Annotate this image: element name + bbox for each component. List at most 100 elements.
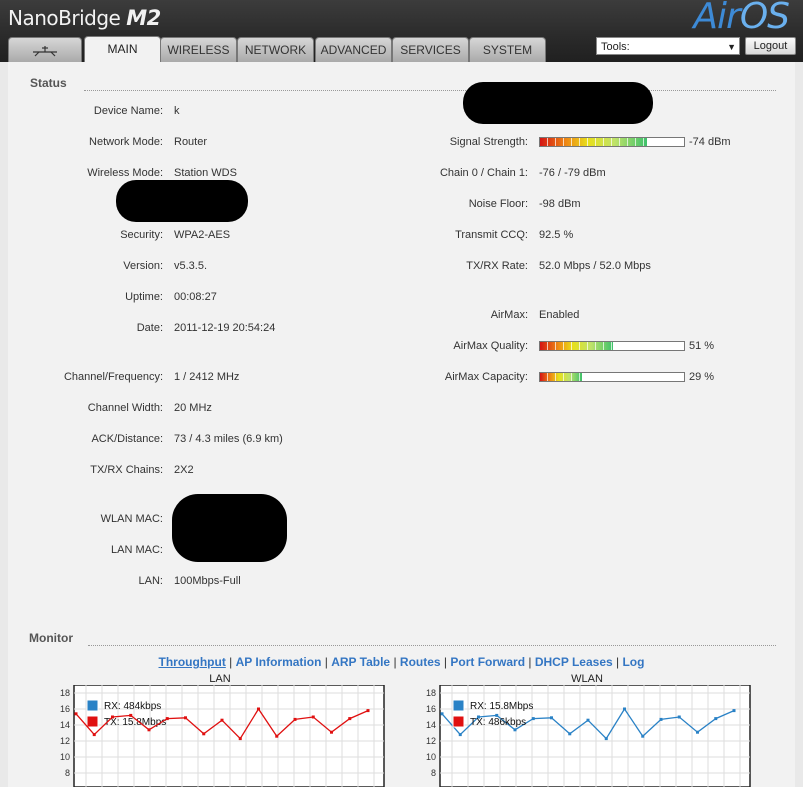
level-bar — [539, 372, 685, 382]
y-tick-label: 16 — [60, 704, 70, 714]
redaction-blot — [172, 494, 287, 562]
status-value: 73 / 4.3 miles (6.9 km) — [174, 433, 283, 445]
status-divider — [84, 90, 776, 91]
series-point — [696, 730, 699, 734]
link-separator: | — [612, 655, 623, 669]
series-point — [550, 716, 553, 720]
legend-label: RX: 484kbps — [104, 701, 161, 712]
ubnt-logo-tab[interactable] — [8, 37, 82, 62]
level-bar-fill — [540, 138, 647, 146]
monitor-link-arp-table[interactable]: ARP Table — [331, 655, 390, 669]
status-label: Signal Strength: — [449, 136, 528, 148]
status-label: Date: — [136, 322, 163, 334]
monitor-link-ap-information[interactable]: AP Information — [236, 655, 322, 669]
legend-swatch — [452, 715, 465, 728]
status-label: Wireless Mode: — [87, 167, 163, 179]
series-point — [111, 715, 114, 719]
header-bar: NanoBridge M2 AirOS MAIN WIRELESS NETWORK A… — [0, 0, 803, 63]
status-value: 92.5 % — [539, 229, 574, 241]
wlan-throughput-chart: 18 16 14 12 10 8 RX: 15.8Mbps TX: 486kbps — [426, 685, 751, 787]
tab-wireless[interactable]: WIRELESS — [160, 37, 237, 62]
series-point — [92, 733, 96, 737]
series-point — [659, 717, 663, 721]
status-label: Channel Width: — [87, 402, 163, 414]
legend-label: RX: 15.8Mbps — [470, 701, 533, 712]
series-point — [586, 718, 590, 722]
status-label: Uptime: — [125, 291, 163, 303]
legend-swatch — [452, 699, 465, 712]
y-tick-label: 8 — [431, 768, 436, 778]
y-tick-label: 14 — [426, 720, 436, 730]
brand-name: NanoBridge M2 — [8, 6, 161, 30]
status-label: LAN MAC: — [111, 544, 163, 556]
status-label: AirMax Capacity: — [444, 371, 528, 383]
link-separator: | — [390, 655, 400, 669]
tab-main[interactable]: MAIN — [84, 36, 161, 63]
link-separator: | — [525, 655, 535, 669]
chart-title-lan: LAN — [209, 673, 231, 685]
status-label: Device Name: — [93, 105, 163, 117]
tab-network[interactable]: NETWORK — [237, 37, 314, 62]
monitor-link-throughput[interactable]: Throughput — [159, 655, 226, 669]
series-point — [568, 732, 572, 736]
series-point — [311, 715, 315, 719]
tab-advanced[interactable]: ADVANCED — [315, 37, 392, 62]
monitor-link-dhcp-leases[interactable]: DHCP Leases — [535, 655, 613, 669]
series-point — [257, 707, 260, 711]
status-label: Channel/Frequency: — [63, 371, 163, 383]
tab-services[interactable]: SERVICES — [392, 37, 469, 62]
series-point — [348, 717, 352, 721]
link-separator: | — [321, 655, 332, 669]
airos-logo: AirOS — [693, 0, 790, 37]
series-point — [147, 728, 151, 732]
y-tick-label: 14 — [60, 720, 70, 730]
series-point — [165, 717, 169, 721]
y-tick-label: 18 — [426, 688, 436, 698]
status-label: Network Mode: — [89, 136, 163, 148]
status-value: 2011-12-19 20:54:24 — [174, 322, 276, 334]
legend-swatch — [86, 699, 99, 712]
level-bar — [539, 341, 685, 351]
status-label: AirMax Quality: — [453, 340, 528, 352]
monitor-link-log[interactable]: Log — [622, 655, 644, 669]
monitor-divider — [88, 645, 776, 646]
monitor-title: Monitor — [29, 631, 73, 645]
status-label: Transmit CCQ: — [455, 229, 528, 241]
status-value: 52.0 Mbps / 52.0 Mbps — [539, 260, 651, 272]
series-point — [129, 713, 133, 717]
lan-throughput-chart: 18161412108RX: 484kbpsTX: 15.8Mbps — [60, 685, 385, 787]
level-bar-fill — [540, 373, 582, 381]
series-point — [74, 712, 78, 716]
status-value: -76 / -79 dBm — [539, 167, 606, 179]
y-tick-label: 18 — [60, 688, 70, 698]
redaction-blot — [463, 82, 653, 124]
status-value: v5.3.5. — [174, 260, 208, 272]
series-point — [275, 734, 279, 738]
chevron-down-icon: ▼ — [727, 42, 736, 52]
series-point — [330, 730, 333, 734]
y-tick-label: 12 — [60, 736, 70, 746]
level-bar — [539, 137, 685, 147]
status-value: WPA2-AES — [174, 229, 231, 241]
status-label: TX/RX Rate: — [466, 260, 528, 272]
monitor-link-port-forward[interactable]: Port Forward — [450, 655, 525, 669]
series-point — [184, 716, 187, 720]
status-value: Router — [174, 136, 208, 148]
status-value: Station WDS — [174, 167, 237, 179]
legend-label: TX: 486kbps — [470, 717, 526, 728]
tab-system[interactable]: SYSTEM — [469, 37, 546, 62]
tools-select[interactable]: Tools: ▼ — [596, 37, 740, 55]
series-point — [458, 733, 462, 737]
y-tick-label: 10 — [426, 752, 436, 762]
status-value: 100Mbps-Full — [174, 575, 241, 587]
monitor-link-routes[interactable]: Routes — [400, 655, 441, 669]
logout-button[interactable]: Logout — [745, 37, 796, 55]
y-tick-label: 12 — [426, 736, 436, 746]
series-point — [513, 728, 517, 732]
status-value: -74 dBm — [689, 136, 731, 148]
status-value: -98 dBm — [539, 198, 581, 210]
series-point — [366, 709, 370, 713]
legend-swatch — [86, 715, 99, 728]
status-title: Status — [30, 76, 67, 90]
series-point — [623, 707, 626, 711]
